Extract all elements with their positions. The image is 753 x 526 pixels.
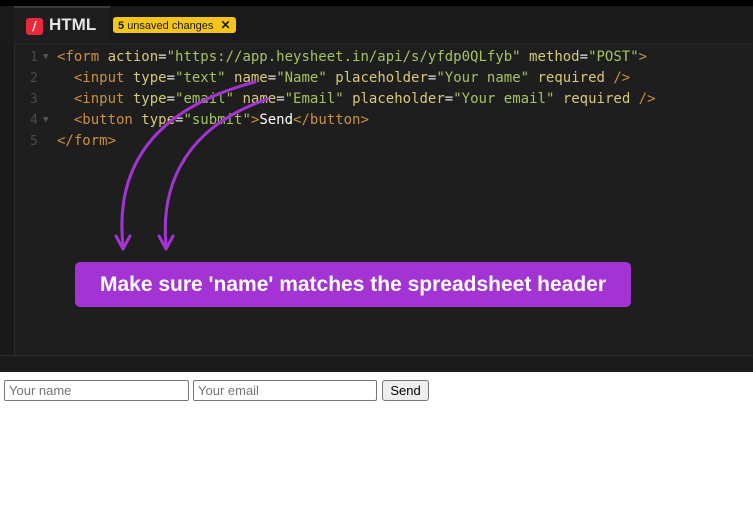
line-number: 1 xyxy=(30,50,38,65)
code-editor-panel: / HTML 5 unsaved changes ✕ 1 ▼ <form actio… xyxy=(0,0,753,373)
code-token: = xyxy=(267,70,277,86)
code-token: = xyxy=(444,91,454,107)
code-line[interactable]: 3 <input type="email" name="Email" place… xyxy=(0,89,753,110)
code-text: </form> xyxy=(57,131,116,152)
code-token: "submit" xyxy=(183,112,251,128)
code-area[interactable]: 1 ▼ <form action="https://app.heysheet.in/… xyxy=(0,47,753,152)
code-token: "Your name" xyxy=(436,70,530,86)
code-token: required xyxy=(529,70,605,86)
code-token: <form xyxy=(57,49,108,65)
arrow-head-2 xyxy=(157,234,175,251)
close-icon[interactable]: ✕ xyxy=(220,18,230,32)
code-token: <input xyxy=(57,70,133,86)
code-text: <input type="text" name="Name" placehold… xyxy=(57,68,630,89)
line-number: 4 xyxy=(30,113,38,128)
code-text: <form action="https://app.heysheet.in/ap… xyxy=(57,47,647,68)
code-token: type xyxy=(132,91,167,107)
code-token: action xyxy=(107,49,159,65)
fold-arrow-icon[interactable]: ▼ xyxy=(43,110,48,131)
code-token: > xyxy=(638,49,648,65)
code-token: Send xyxy=(259,112,294,128)
code-line[interactable]: 5 </form> xyxy=(0,131,753,152)
code-line[interactable]: 4 ▼ <button type="submit">Send</button> xyxy=(0,110,753,131)
unsaved-changes-badge[interactable]: 5 unsaved changes ✕ xyxy=(113,17,236,33)
html-file-icon: / xyxy=(26,18,43,35)
code-token: /> xyxy=(604,70,631,86)
code-line[interactable]: 1 ▼ <form action="https://app.heysheet.in/… xyxy=(0,47,753,68)
code-token: </button> xyxy=(293,112,369,128)
line-number: 5 xyxy=(30,134,38,149)
code-token: = xyxy=(276,91,285,107)
code-token: = xyxy=(166,70,176,86)
code-token: method xyxy=(520,49,580,65)
code-token: type xyxy=(132,70,167,86)
name-input[interactable] xyxy=(4,380,189,401)
code-token: "Email" xyxy=(284,91,344,107)
code-token: <button xyxy=(57,112,142,128)
code-token: name xyxy=(234,91,277,107)
line-number: 3 xyxy=(30,92,38,107)
form-preview: Send xyxy=(0,372,753,526)
code-token: required xyxy=(554,91,631,107)
code-token: = xyxy=(158,49,167,65)
code-token: type xyxy=(141,112,176,128)
code-token: placeholder xyxy=(343,91,445,107)
code-token: <input xyxy=(57,91,133,107)
code-token: "text" xyxy=(175,70,226,86)
tab-title: HTML xyxy=(49,15,97,34)
code-token: </form> xyxy=(57,133,117,149)
code-token: = xyxy=(579,49,589,65)
code-line[interactable]: 2 <input type="text" name="Name" placeho… xyxy=(0,68,753,89)
code-token: = xyxy=(166,91,176,107)
code-token: "Your email" xyxy=(453,91,555,107)
code-token: name xyxy=(225,70,268,86)
tab-html[interactable]: / HTML xyxy=(14,6,110,43)
send-button[interactable]: Send xyxy=(382,380,429,401)
code-token: placeholder xyxy=(326,70,428,86)
code-text: <button type="submit">Send</button> xyxy=(57,110,369,131)
code-token: /> xyxy=(630,91,656,107)
fold-arrow-icon[interactable]: ▼ xyxy=(43,47,48,68)
arrow-head-1 xyxy=(114,234,132,251)
code-token: "email" xyxy=(175,91,235,107)
unsaved-text: unsaved changes xyxy=(127,20,214,32)
code-text: <input type="email" name="Email" placeho… xyxy=(57,89,656,110)
tab-strip: / HTML 5 unsaved changes ✕ xyxy=(0,6,753,44)
unsaved-count: 5 xyxy=(118,20,125,32)
code-token: "Name" xyxy=(276,70,327,86)
callout-banner: Make sure 'name' matches the spreadsheet… xyxy=(75,262,631,307)
code-token: "https://app.heysheet.in/api/s/yfdp0QLfy… xyxy=(166,49,521,65)
editor-status-strip xyxy=(0,355,753,373)
line-number: 2 xyxy=(30,71,38,86)
code-token: "POST" xyxy=(588,49,639,65)
email-input[interactable] xyxy=(193,380,377,401)
